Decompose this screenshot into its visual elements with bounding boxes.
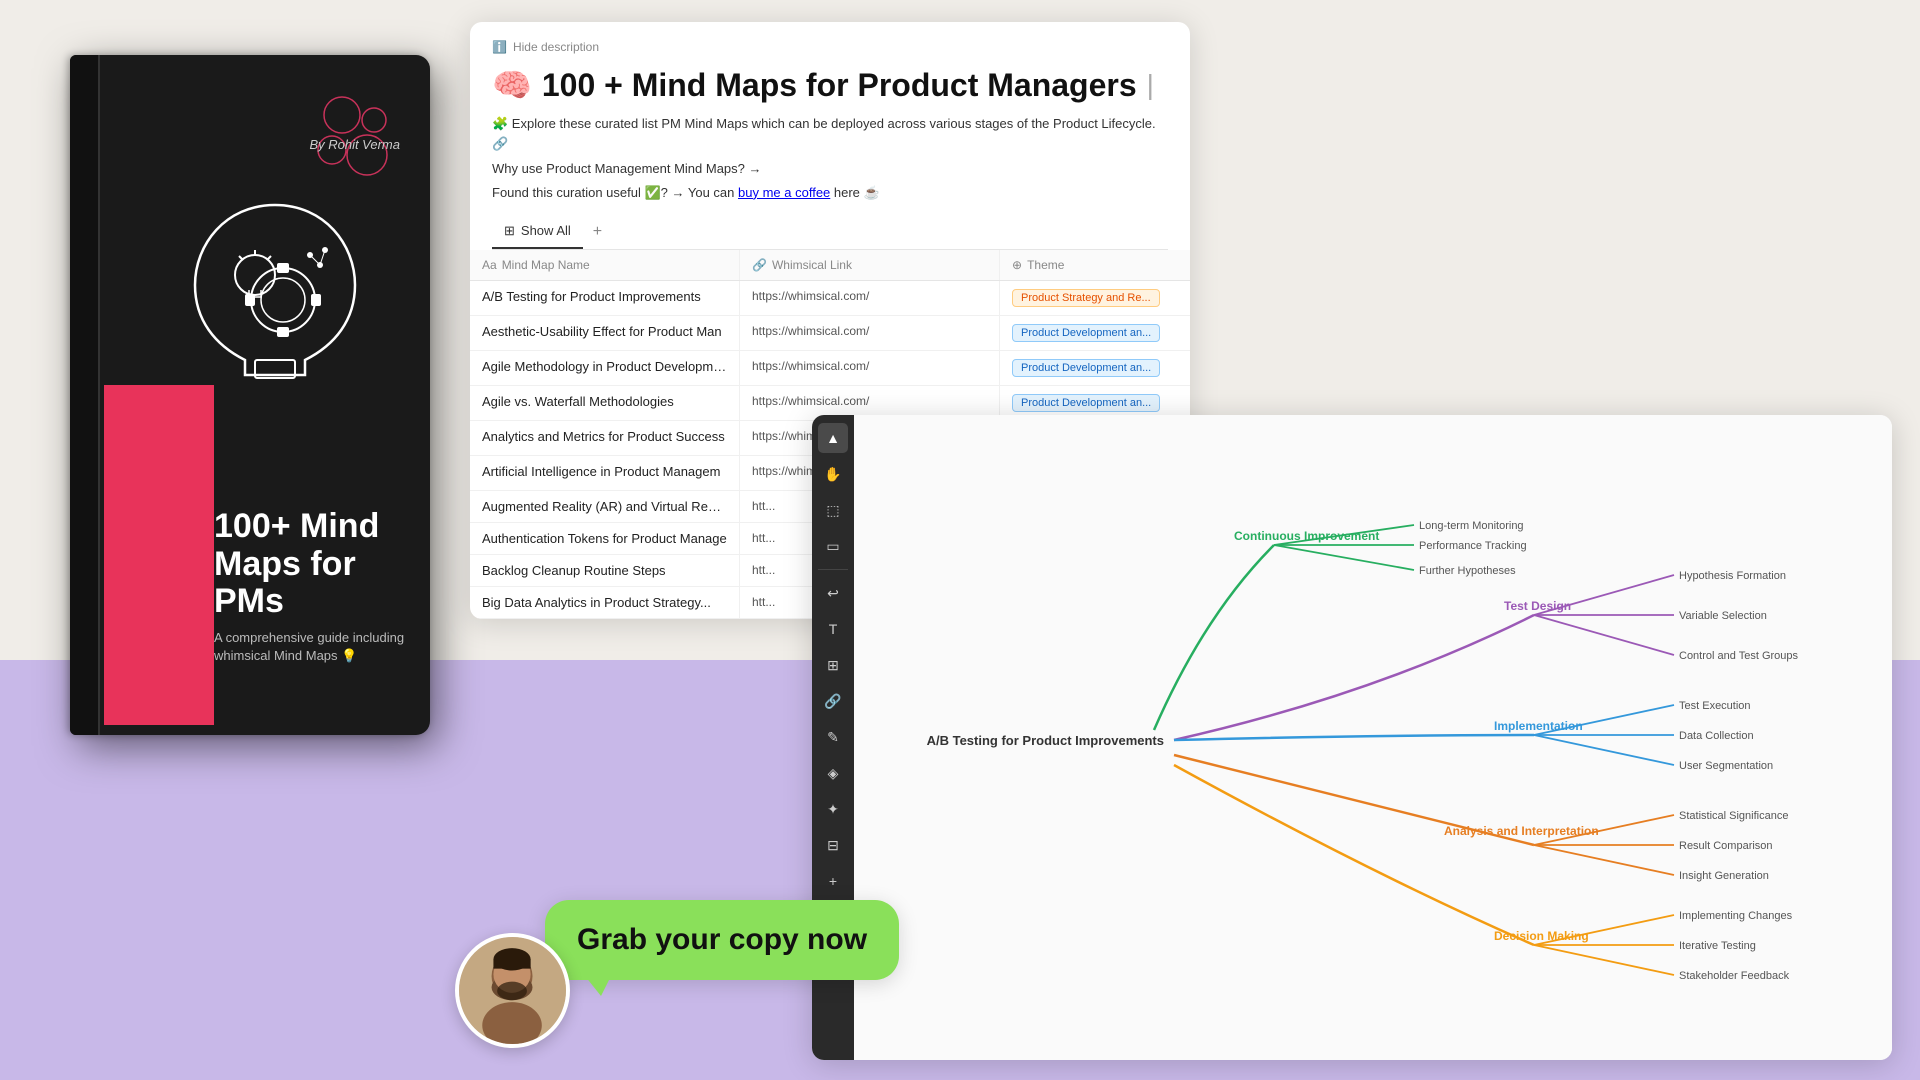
row-name: Big Data Analytics in Product Strategy..… xyxy=(470,587,740,618)
buy-coffee-link[interactable]: buy me a coffee xyxy=(738,185,830,200)
table-tool[interactable]: ⊟ xyxy=(818,830,848,860)
branch-test-design: Test Design xyxy=(1504,599,1571,613)
hide-description-label: Hide description xyxy=(513,40,599,54)
magic-tool[interactable]: ✦ xyxy=(818,794,848,824)
row-theme: Product Development an... xyxy=(1000,316,1190,350)
book-author: By Rohit Verma xyxy=(309,137,400,152)
child-implementing: Implementing Changes xyxy=(1679,910,1793,922)
row-name: Agile vs. Waterfall Methodologies xyxy=(470,386,740,420)
whimsical-canvas: A/B Testing for Product Improvements Tes… xyxy=(854,415,1892,1060)
col-header-link: 🔗 Whimsical Link xyxy=(740,250,1000,280)
child-stakeholder: Stakeholder Feedback xyxy=(1679,970,1790,982)
theme-tag: Product Development an... xyxy=(1012,324,1160,342)
notion-desc: 🧩 Explore these curated list PM Mind Map… xyxy=(492,114,1168,153)
table-row[interactable]: Agile Methodology in Product Developmen … xyxy=(470,351,1190,386)
whimsical-panel: ▲ ✋ ⬚ ▭ ↩ T ⊞ 🔗 ✎ ◈ ✦ ⊟ + A/B Testing fo… xyxy=(812,415,1892,1060)
grab-copy-label: Grab your copy now xyxy=(577,923,867,956)
child-perf: Performance Tracking xyxy=(1419,540,1527,552)
text-icon: Aa xyxy=(482,258,497,272)
shapes-tool[interactable]: ◈ xyxy=(818,758,848,788)
row-link[interactable]: https://whimsical.com/ xyxy=(740,316,1000,350)
add-tool[interactable]: + xyxy=(818,866,848,896)
row-name: Artificial Intelligence in Product Manag… xyxy=(470,456,740,490)
child-data-collection: Data Collection xyxy=(1679,730,1754,742)
col-header-name: Aa Mind Map Name xyxy=(470,250,740,280)
book-container: By Rohit Verma xyxy=(70,55,450,775)
text-tool[interactable]: T xyxy=(818,614,848,644)
row-name: Agile Methodology in Product Developmen xyxy=(470,351,740,385)
branch-decision: Decision Making xyxy=(1494,929,1589,943)
mindmap-svg: A/B Testing for Product Improvements Tes… xyxy=(854,415,1892,1060)
row-name: A/B Testing for Product Improvements xyxy=(470,281,740,315)
book-emoji: 💡 xyxy=(341,648,357,663)
head-illustration xyxy=(144,155,405,415)
brain-emoji: 🧠 xyxy=(492,66,532,104)
theme-tag: Product Strategy and Re... xyxy=(1012,289,1160,307)
book-cover: By Rohit Verma xyxy=(70,55,430,735)
notion-header: ℹ️ Hide description 🧠 100 + Mind Maps fo… xyxy=(470,22,1190,201)
avatar-image xyxy=(459,933,566,1048)
row-link[interactable]: https://whimsical.com/ xyxy=(740,281,1000,315)
row-theme: Product Strategy and Re... xyxy=(1000,281,1190,315)
pencil-tool[interactable]: ✎ xyxy=(818,722,848,752)
book-title-area: 100+ MindMaps forPMs A comprehensive gui… xyxy=(214,508,410,665)
cursor-indicator: | xyxy=(1147,69,1154,101)
child-statistical: Statistical Significance xyxy=(1679,810,1788,822)
link-icon: 🔗 xyxy=(752,258,767,272)
grab-copy-bubble[interactable]: Grab your copy now xyxy=(545,900,899,980)
notion-title: 🧠 100 + Mind Maps for Product Managers | xyxy=(492,66,1168,104)
table-row[interactable]: Aesthetic-Usability Effect for Product M… xyxy=(470,316,1190,351)
notion-curation: Found this curation useful ✅? → You can … xyxy=(492,185,1168,201)
row-theme: Product Development an... xyxy=(1000,351,1190,385)
row-name: Authentication Tokens for Product Manage xyxy=(470,523,740,554)
show-all-bar: ⊞ Show All + xyxy=(492,215,1168,250)
child-further: Further Hypotheses xyxy=(1419,565,1516,577)
hand-tool[interactable]: ✋ xyxy=(818,459,848,489)
table-header: Aa Mind Map Name 🔗 Whimsical Link ⊕ Them… xyxy=(470,250,1190,281)
grid-tool[interactable]: ⊞ xyxy=(818,650,848,680)
theme-icon: ⊕ xyxy=(1012,258,1022,272)
hide-description[interactable]: ℹ️ Hide description xyxy=(492,40,1168,54)
branch-analysis: Analysis and Interpretation xyxy=(1444,824,1599,838)
theme-tag: Product Development an... xyxy=(1012,359,1160,377)
child-iterative: Iterative Testing xyxy=(1679,940,1756,952)
frame-tool[interactable]: ⬚ xyxy=(818,495,848,525)
row-name: Backlog Cleanup Routine Steps xyxy=(470,555,740,586)
show-all-label: Show All xyxy=(521,223,571,238)
child-test-execution: Test Execution xyxy=(1679,700,1751,712)
info-icon: ℹ️ xyxy=(492,40,507,54)
child-variable: Variable Selection xyxy=(1679,610,1767,622)
table-icon: ⊞ xyxy=(504,223,515,239)
book-subtitle: A comprehensive guide includingwhimsical… xyxy=(214,629,410,665)
table-row[interactable]: A/B Testing for Product Improvements htt… xyxy=(470,281,1190,316)
child-control: Control and Test Groups xyxy=(1679,650,1799,662)
row-name: Augmented Reality (AR) and Virtual Reali… xyxy=(470,491,740,522)
col-header-theme: ⊕ Theme xyxy=(1000,250,1190,280)
branch-continuous: Continuous Improvement xyxy=(1234,529,1379,543)
toolbar-divider xyxy=(818,569,847,570)
row-link[interactable]: https://whimsical.com/ xyxy=(740,351,1000,385)
child-result: Result Comparison xyxy=(1679,840,1773,852)
add-view-button[interactable]: + xyxy=(587,223,608,241)
link-tool[interactable]: 🔗 xyxy=(818,686,848,716)
notion-title-text: 100 + Mind Maps for Product Managers xyxy=(542,67,1137,104)
center-node-label: A/B Testing for Product Improvements xyxy=(927,733,1164,748)
row-name: Aesthetic-Usability Effect for Product M… xyxy=(470,316,740,350)
rectangle-tool[interactable]: ▭ xyxy=(818,531,848,561)
branch-implementation: Implementation xyxy=(1494,719,1583,733)
show-all-tab[interactable]: ⊞ Show All xyxy=(492,215,583,249)
cursor-tool[interactable]: ▲ xyxy=(818,423,848,453)
book-pink-accent xyxy=(104,385,214,725)
avatar xyxy=(455,933,570,1048)
undo-tool[interactable]: ↩ xyxy=(818,578,848,608)
book-title: 100+ MindMaps forPMs xyxy=(214,508,410,620)
child-insight: Insight Generation xyxy=(1679,870,1769,882)
theme-tag: Product Development an... xyxy=(1012,394,1160,412)
child-longterm: Long-term Monitoring xyxy=(1419,520,1524,532)
row-name: Analytics and Metrics for Product Succes… xyxy=(470,421,740,455)
child-hypothesis: Hypothesis Formation xyxy=(1679,570,1786,582)
notion-desc2: Why use Product Management Mind Maps? → xyxy=(492,159,1168,179)
child-user-seg: User Segmentation xyxy=(1679,760,1773,772)
